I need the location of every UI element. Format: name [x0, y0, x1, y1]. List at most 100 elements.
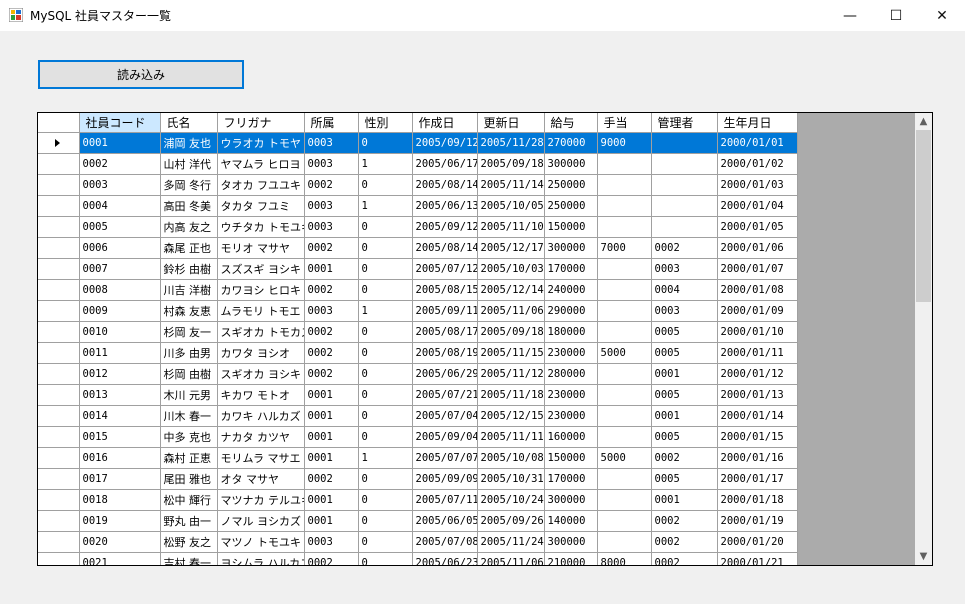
cell-birthdate[interactable]: 2000/01/20	[717, 531, 798, 553]
cell-code[interactable]: 0009	[79, 300, 161, 322]
cell-created[interactable]: 2005/07/21	[412, 384, 478, 406]
cell-gender[interactable]: 0	[358, 384, 413, 406]
table-row[interactable]: 0016 森村 正恵 モリムラ マサエ 0001 1 2005/07/07 2005/10/…	[38, 447, 798, 469]
cell-code[interactable]: 0013	[79, 384, 161, 406]
table-row[interactable]: 0003 多岡 冬行 タオカ フユユキ 0002 0 2005/08/14 2005/11/…	[38, 174, 798, 196]
cell-department[interactable]: 0002	[304, 237, 359, 259]
cell-code[interactable]: 0018	[79, 489, 161, 511]
cell-salary[interactable]: 150000	[544, 216, 598, 238]
cell-name[interactable]: 川多 由男	[160, 342, 218, 364]
cell-name[interactable]: 杉岡 由樹	[160, 363, 218, 385]
cell-allowance[interactable]	[597, 531, 652, 553]
row-header[interactable]	[38, 510, 80, 532]
cell-furigana[interactable]: スギオカ トモカズ	[217, 321, 305, 343]
cell-manager[interactable]: 0002	[651, 510, 718, 532]
cell-allowance[interactable]	[597, 258, 652, 280]
column-header-birthdate[interactable]: 生年月日	[717, 113, 798, 133]
row-header[interactable]	[38, 300, 80, 322]
table-row[interactable]: 0004 高田 冬美 タカタ フユミ 0003 1 2005/06/13 2005/10/0…	[38, 195, 798, 217]
employee-grid[interactable]: 社員コード 氏名 フリガナ 所属 性別 作成日 更新日 給与 手当 管理者 生年…	[37, 112, 933, 566]
row-header[interactable]	[38, 468, 80, 490]
cell-gender[interactable]: 0	[358, 510, 413, 532]
table-row[interactable]: 0017 尾田 雅也 オタ マサヤ 0002 0 2005/09/09 2005/10/31…	[38, 468, 798, 490]
row-header[interactable]	[38, 405, 80, 427]
cell-gender[interactable]: 1	[358, 153, 413, 175]
cell-furigana[interactable]: カワヨシ ヒロキ	[217, 279, 305, 301]
cell-department[interactable]: 0002	[304, 279, 359, 301]
cell-manager[interactable]	[651, 132, 718, 154]
cell-department[interactable]: 0001	[304, 510, 359, 532]
cell-name[interactable]: 野丸 由一	[160, 510, 218, 532]
cell-gender[interactable]: 0	[358, 216, 413, 238]
cell-furigana[interactable]: モリオ マサヤ	[217, 237, 305, 259]
cell-department[interactable]: 0001	[304, 447, 359, 469]
cell-salary[interactable]: 290000	[544, 300, 598, 322]
cell-birthdate[interactable]: 2000/01/09	[717, 300, 798, 322]
cell-furigana[interactable]: オタ マサヤ	[217, 468, 305, 490]
cell-gender[interactable]: 0	[358, 132, 413, 154]
cell-furigana[interactable]: ムラモリ トモエ	[217, 300, 305, 322]
cell-created[interactable]: 2005/06/23	[412, 552, 478, 565]
column-header-salary[interactable]: 給与	[544, 113, 598, 133]
row-header[interactable]	[38, 426, 80, 448]
cell-code[interactable]: 0001	[79, 132, 161, 154]
cell-furigana[interactable]: ヤマムラ ヒロヨ	[217, 153, 305, 175]
cell-birthdate[interactable]: 2000/01/21	[717, 552, 798, 565]
cell-gender[interactable]: 0	[358, 279, 413, 301]
cell-birthdate[interactable]: 2000/01/03	[717, 174, 798, 196]
cell-updated[interactable]: 2005/11/10	[477, 216, 545, 238]
cell-manager[interactable]: 0001	[651, 405, 718, 427]
cell-gender[interactable]: 0	[358, 405, 413, 427]
cell-name[interactable]: 森尾 正也	[160, 237, 218, 259]
cell-salary[interactable]: 140000	[544, 510, 598, 532]
cell-code[interactable]: 0014	[79, 405, 161, 427]
column-header-allowance[interactable]: 手当	[597, 113, 652, 133]
cell-furigana[interactable]: カワキ ハルカズ	[217, 405, 305, 427]
cell-gender[interactable]: 1	[358, 195, 413, 217]
row-header[interactable]	[38, 132, 80, 154]
cell-manager[interactable]: 0005	[651, 384, 718, 406]
cell-updated[interactable]: 2005/10/03	[477, 258, 545, 280]
cell-name[interactable]: 木川 元男	[160, 384, 218, 406]
cell-created[interactable]: 2005/06/13	[412, 195, 478, 217]
cell-created[interactable]: 2005/08/19	[412, 342, 478, 364]
cell-updated[interactable]: 2005/11/11	[477, 426, 545, 448]
cell-gender[interactable]: 0	[358, 363, 413, 385]
cell-birthdate[interactable]: 2000/01/13	[717, 384, 798, 406]
cell-updated[interactable]: 2005/12/15	[477, 405, 545, 427]
cell-gender[interactable]: 0	[358, 258, 413, 280]
cell-gender[interactable]: 0	[358, 489, 413, 511]
row-header[interactable]	[38, 342, 80, 364]
cell-furigana[interactable]: キカワ モトオ	[217, 384, 305, 406]
cell-updated[interactable]: 2005/11/12	[477, 363, 545, 385]
cell-created[interactable]: 2005/09/11	[412, 300, 478, 322]
cell-furigana[interactable]: タカタ フユミ	[217, 195, 305, 217]
cell-salary[interactable]: 160000	[544, 426, 598, 448]
cell-birthdate[interactable]: 2000/01/07	[717, 258, 798, 280]
table-row[interactable]: 0006 森尾 正也 モリオ マサヤ 0002 0 2005/08/14 2005/12/1…	[38, 237, 798, 259]
table-row[interactable]: 0010 杉岡 友一 スギオカ トモカズ 0002 0 2005/08/17 2005/09…	[38, 321, 798, 343]
column-header-created[interactable]: 作成日	[412, 113, 478, 133]
cell-birthdate[interactable]: 2000/01/17	[717, 468, 798, 490]
row-header[interactable]	[38, 216, 80, 238]
cell-created[interactable]: 2005/09/09	[412, 468, 478, 490]
cell-manager[interactable]: 0005	[651, 342, 718, 364]
cell-name[interactable]: 多岡 冬行	[160, 174, 218, 196]
cell-salary[interactable]: 300000	[544, 489, 598, 511]
cell-department[interactable]: 0001	[304, 489, 359, 511]
cell-allowance[interactable]	[597, 510, 652, 532]
cell-department[interactable]: 0002	[304, 174, 359, 196]
row-header[interactable]	[38, 531, 80, 553]
cell-department[interactable]: 0003	[304, 216, 359, 238]
cell-code[interactable]: 0007	[79, 258, 161, 280]
cell-manager[interactable]	[651, 195, 718, 217]
cell-gender[interactable]: 0	[358, 237, 413, 259]
cell-birthdate[interactable]: 2000/01/04	[717, 195, 798, 217]
cell-department[interactable]: 0001	[304, 426, 359, 448]
cell-department[interactable]: 0002	[304, 552, 359, 565]
cell-updated[interactable]: 2005/12/14	[477, 279, 545, 301]
cell-allowance[interactable]	[597, 468, 652, 490]
cell-furigana[interactable]: ウチタカ トモユキ	[217, 216, 305, 238]
minimize-button[interactable]: —	[827, 0, 873, 31]
scroll-up-button[interactable]: ▲	[915, 113, 932, 130]
